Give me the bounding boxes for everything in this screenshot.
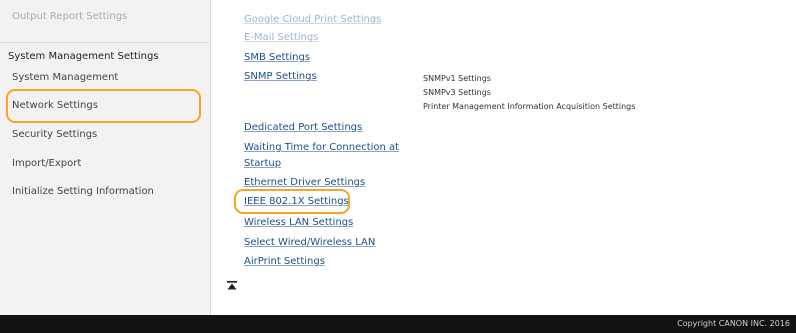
link-ethernet-driver-settings[interactable]: Ethernet Driver Settings: [244, 177, 365, 188]
sidebar-divider: [0, 42, 210, 43]
footer-bar: Copyright CANON INC. 2016: [0, 315, 796, 333]
network-settings-highlight: [6, 89, 201, 123]
sidebar-item-initialize-setting-information[interactable]: Initialize Setting Information: [12, 186, 154, 197]
sidebar-section-system-management-settings: System Management Settings: [8, 51, 159, 62]
link-airprint-settings[interactable]: AirPrint Settings: [244, 256, 325, 267]
ieee-settings-highlight: [234, 189, 350, 214]
sidebar-item-system-management[interactable]: System Management: [12, 72, 118, 83]
link-wireless-lan-settings[interactable]: Wireless LAN Settings: [244, 217, 353, 228]
snmp-sub-printer-management: Printer Management Information Acquisiti…: [423, 102, 636, 111]
sidebar-item-security-settings[interactable]: Security Settings: [12, 129, 97, 140]
link-waiting-time-startup[interactable]: Startup: [244, 158, 281, 169]
link-email-settings[interactable]: E-Mail Settings: [244, 32, 318, 43]
snmp-sub-snmpv3: SNMPv3 Settings: [423, 88, 491, 97]
link-smb-settings[interactable]: SMB Settings: [244, 52, 310, 63]
link-snmp-settings[interactable]: SNMP Settings: [244, 71, 317, 82]
link-waiting-time-for-connection[interactable]: Waiting Time for Connection at: [244, 142, 399, 153]
snmp-sub-snmpv1: SNMPv1 Settings: [423, 74, 491, 83]
sidebar: Output Report Settings System Management…: [0, 0, 211, 315]
back-to-top-icon[interactable]: [226, 280, 238, 292]
copyright-text: Copyright CANON INC. 2016: [677, 319, 790, 328]
link-select-wired-wireless-lan[interactable]: Select Wired/Wireless LAN: [244, 237, 375, 248]
sidebar-item-output-report-settings[interactable]: Output Report Settings: [12, 11, 127, 22]
sidebar-item-import-export[interactable]: Import/Export: [12, 158, 81, 169]
link-dedicated-port-settings[interactable]: Dedicated Port Settings: [244, 122, 362, 133]
link-google-cloud-print-settings[interactable]: Google Cloud Print Settings: [244, 14, 381, 25]
main-content: Google Cloud Print Settings E-Mail Setti…: [211, 0, 796, 315]
